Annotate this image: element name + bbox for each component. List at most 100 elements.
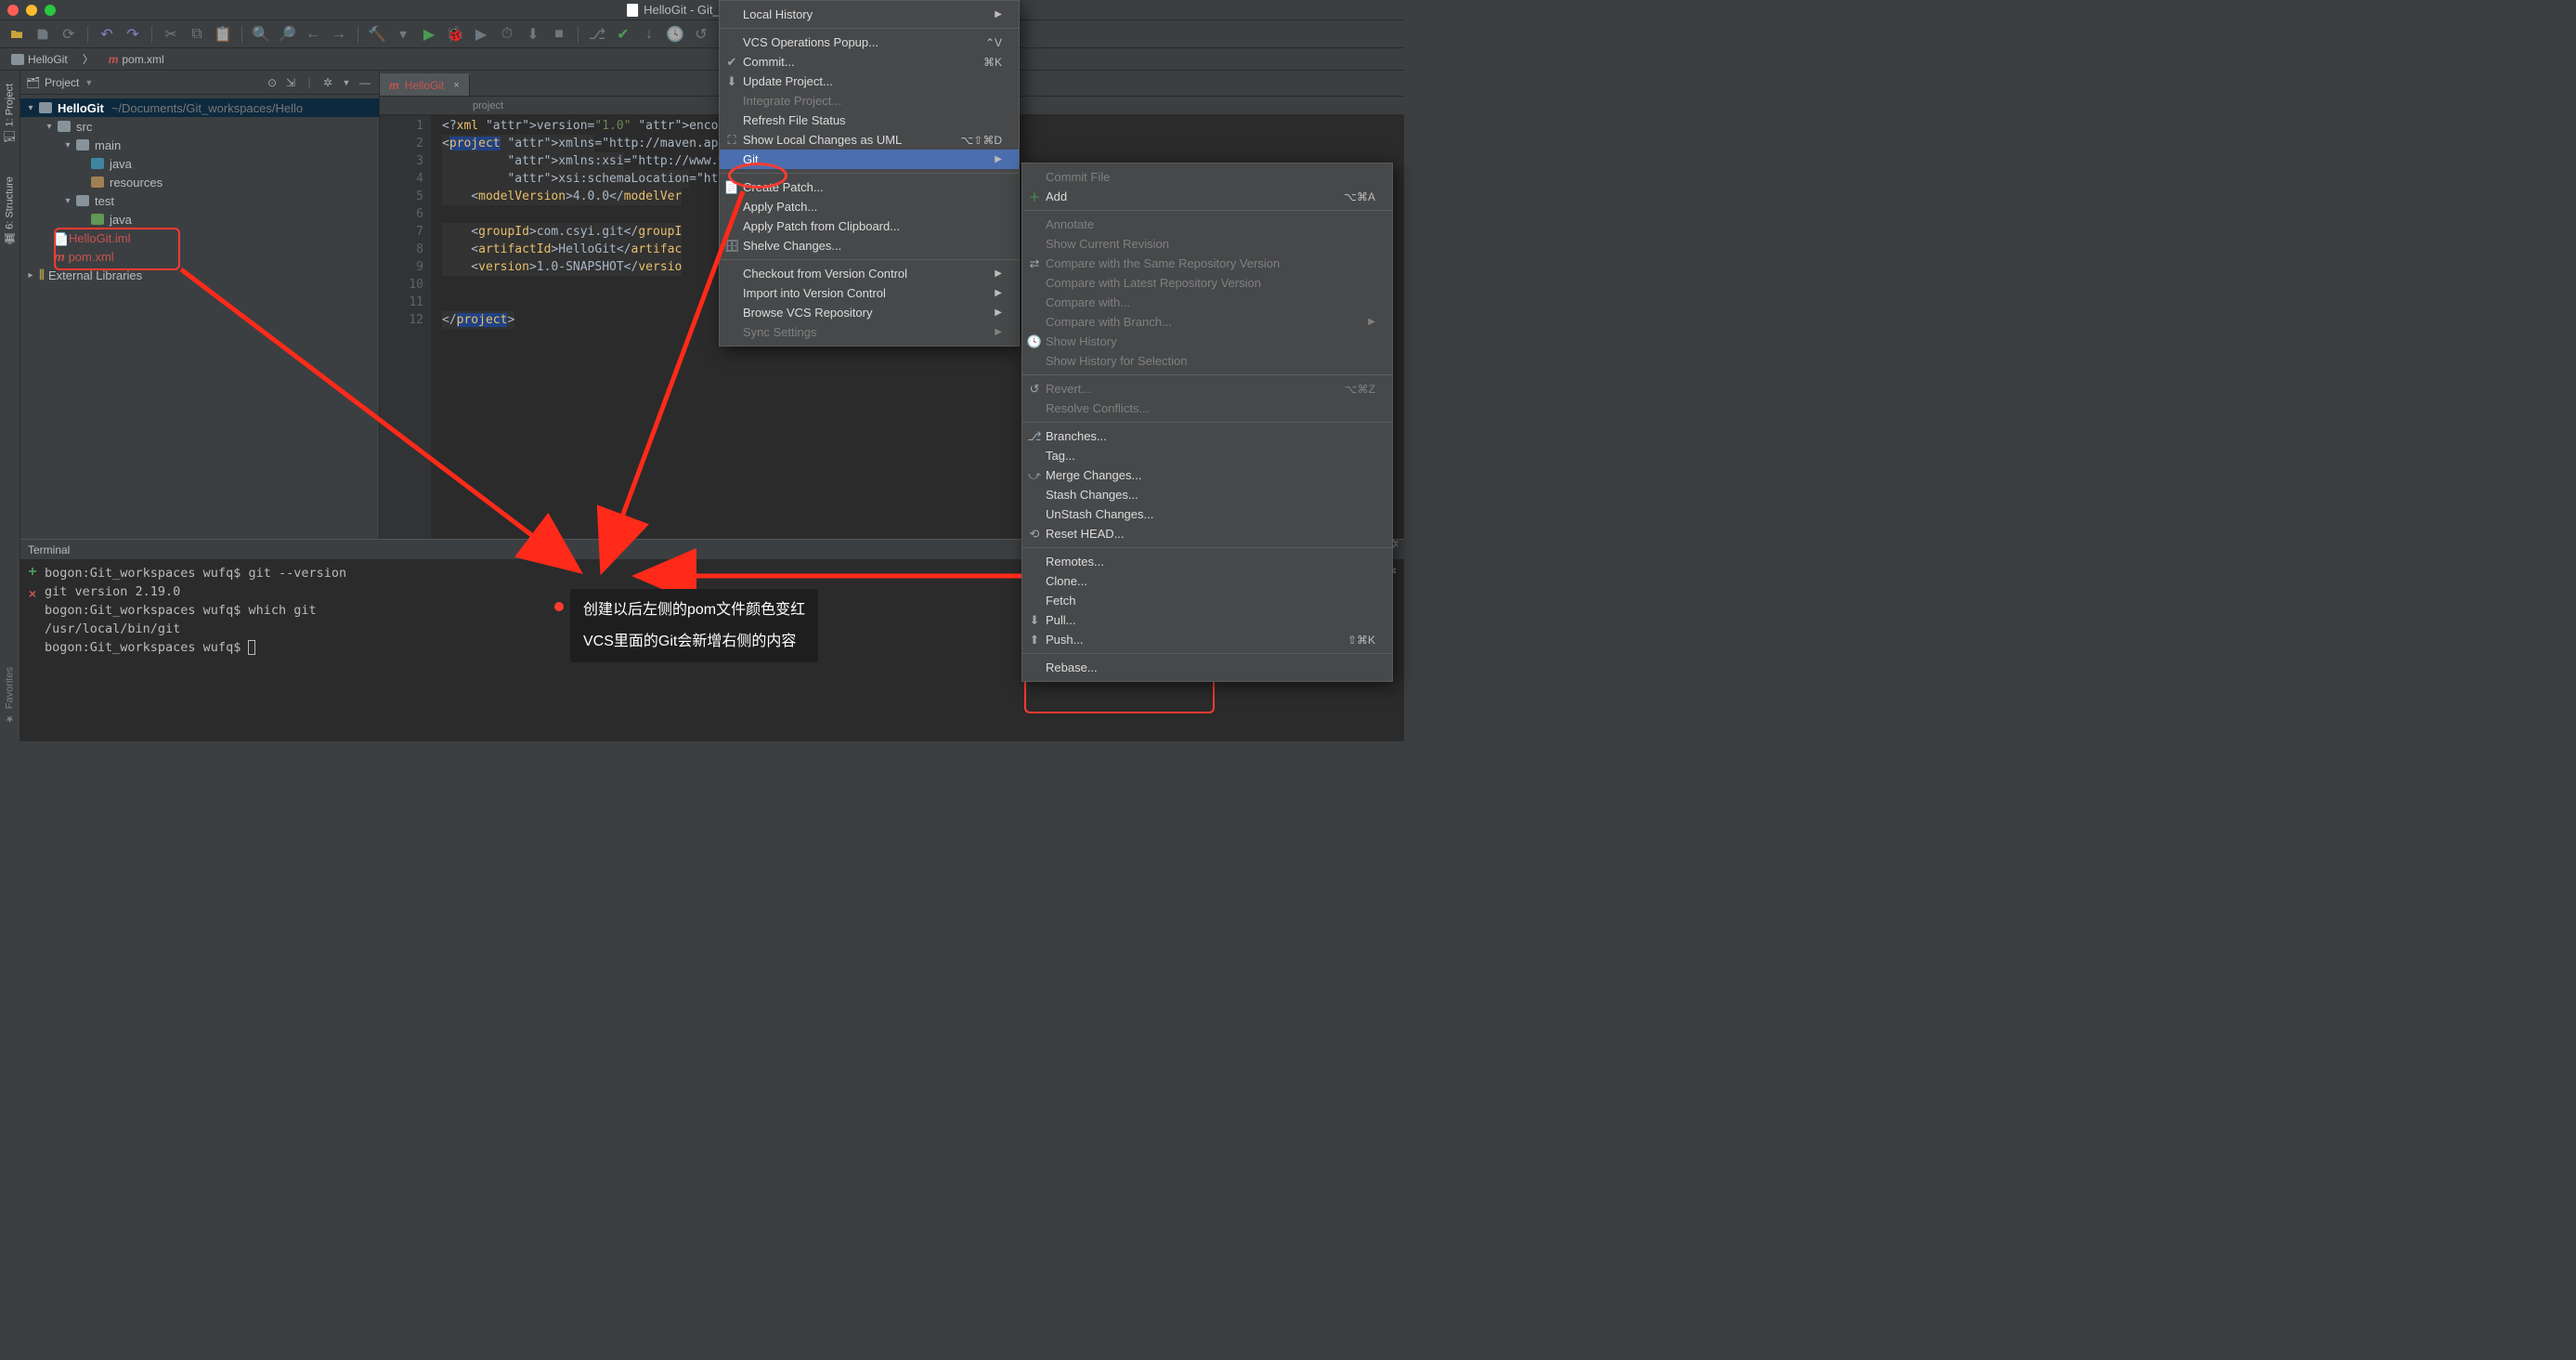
hide-panel-icon[interactable]: —: [357, 74, 373, 91]
git-submenu-item-show-history: 🕓Show History: [1022, 332, 1392, 351]
open-icon[interactable]: [6, 23, 28, 46]
vcs-menu[interactable]: Local History▶ VCS Operations Popup...⌃V✔…: [719, 0, 1020, 347]
vcs-menu-item-update-project[interactable]: ⬇Update Project...: [720, 72, 1019, 91]
tree-resources[interactable]: resources: [20, 173, 379, 191]
replace-icon[interactable]: 🔎: [276, 23, 298, 46]
vcs-commit-icon[interactable]: ✔: [612, 23, 634, 46]
git-submenu-item-unstash-changes[interactable]: UnStash Changes...: [1022, 504, 1392, 524]
menu-item-label: Git: [743, 152, 759, 166]
vcs-menu-item-git[interactable]: Git▶: [720, 150, 1019, 169]
vcs-history-icon[interactable]: 🕓: [664, 23, 686, 46]
git-submenu-item-remotes[interactable]: Remotes...: [1022, 552, 1392, 571]
coverage-icon[interactable]: ▶: [470, 23, 492, 46]
tab-project[interactable]: 🗂 1: Project: [4, 76, 16, 150]
attach-icon[interactable]: ⬇: [522, 23, 544, 46]
main-toolbar: ⟳ ↶ ↷ ✂ ⧉ 📋 🔍 🔎 ← → 🔨 ▾ ▶ 🐞 ▶ ⏱ ⬇ ■ ⎇ ✔ …: [0, 20, 1404, 48]
git-submenu-item-reset-head[interactable]: ⟲Reset HEAD...: [1022, 524, 1392, 543]
locate-icon[interactable]: ⊙: [264, 74, 280, 91]
tree-main[interactable]: main: [20, 136, 379, 154]
panel-dropdown-icon[interactable]: ▼: [338, 74, 355, 91]
git-submenu-item-tag[interactable]: Tag...: [1022, 446, 1392, 465]
vcs-menu-item-import-into-version-control[interactable]: Import into Version Control▶: [720, 283, 1019, 303]
close-tab-icon[interactable]: ×: [453, 80, 459, 91]
vcs-update-icon[interactable]: ↓: [638, 23, 660, 46]
revert-icon: ↺: [1027, 382, 1042, 397]
forward-icon[interactable]: →: [328, 23, 350, 46]
vcs-menu-item-create-patch[interactable]: 📄Create Patch...: [720, 177, 1019, 197]
stop-icon[interactable]: ■: [548, 23, 570, 46]
tree-java-test[interactable]: java: [20, 210, 379, 229]
cut-icon[interactable]: ✂: [160, 23, 182, 46]
back-icon[interactable]: ←: [302, 23, 324, 46]
vcs-menu-item-commit[interactable]: ✔Commit...⌘K: [720, 52, 1019, 72]
git-submenu[interactable]: Commit File＋Add⌥⌘AAnnotateShow Current R…: [1021, 163, 1393, 682]
blank-icon: [724, 306, 739, 320]
editor-tab-pom[interactable]: m HelloGit ×: [380, 73, 470, 96]
window-minimize-button[interactable]: [26, 5, 37, 16]
vcs-menu-item-show-local-changes-as-uml[interactable]: ⛶Show Local Changes as UML⌥⇧⌘D: [720, 130, 1019, 150]
window-close-button[interactable]: [7, 5, 19, 16]
git-submenu-item-merge-changes[interactable]: ⤻Merge Changes...: [1022, 465, 1392, 485]
tree-ext-libraries[interactable]: ⫼ External Libraries: [20, 266, 379, 284]
folder-icon: [76, 195, 89, 206]
vcs-branch-icon[interactable]: ⎇: [586, 23, 608, 46]
run-icon[interactable]: ▶: [418, 23, 440, 46]
breadcrumb-project[interactable]: HelloGit: [6, 48, 73, 70]
vcs-menu-item-apply-patch-from-clipboard[interactable]: Apply Patch from Clipboard...: [720, 216, 1019, 236]
terminal-new-tab-icon[interactable]: +: [28, 564, 36, 581]
vcs-menu-item-checkout-from-version-control[interactable]: Checkout from Version Control▶: [720, 264, 1019, 283]
save-all-icon[interactable]: [32, 23, 54, 46]
terminal-close-tab-icon[interactable]: ×: [29, 586, 36, 601]
blank-icon: [1027, 555, 1042, 569]
git-submenu-item-fetch[interactable]: Fetch: [1022, 591, 1392, 610]
paste-icon[interactable]: 📋: [212, 23, 234, 46]
collapse-icon[interactable]: ⇲: [282, 74, 299, 91]
git-submenu-item-clone[interactable]: Clone...: [1022, 571, 1392, 591]
tree-root[interactable]: HelloGit ~/Documents/Git_workspaces/Hell…: [20, 98, 379, 117]
folder-icon: [76, 139, 89, 150]
redo-icon[interactable]: ↷: [122, 23, 144, 46]
menu-item-label: Push...: [1046, 633, 1083, 647]
blank-icon: [724, 113, 739, 128]
vcs-menu-item-refresh-file-status[interactable]: Refresh File Status: [720, 111, 1019, 130]
vcs-menu-item-apply-patch[interactable]: Apply Patch...: [720, 197, 1019, 216]
breadcrumb-file[interactable]: m pom.xml: [103, 48, 170, 70]
submenu-arrow-icon: ▶: [995, 268, 1002, 279]
git-submenu-item-branches[interactable]: ⎇Branches...: [1022, 426, 1392, 446]
push-icon: ⬆: [1027, 633, 1042, 647]
find-icon[interactable]: 🔍: [250, 23, 272, 46]
menu-item-label: Show History: [1046, 334, 1117, 348]
pull-icon: ⬇: [1027, 613, 1042, 628]
git-submenu-item-stash-changes[interactable]: Stash Changes...: [1022, 485, 1392, 504]
blank-icon: [1027, 295, 1042, 310]
copy-icon[interactable]: ⧉: [186, 23, 208, 46]
profile-icon[interactable]: ⏱: [496, 23, 518, 46]
git-submenu-item-push[interactable]: ⬆Push...⇧⌘K: [1022, 630, 1392, 649]
blank-icon: [724, 35, 739, 50]
run-config-dropdown[interactable]: ▾: [392, 23, 414, 46]
tree-java-main[interactable]: java: [20, 154, 379, 173]
menu-item-label: Reset HEAD...: [1046, 527, 1125, 541]
tree-iml-file[interactable]: 📄 HelloGit.iml: [20, 229, 379, 247]
build-icon[interactable]: 🔨: [366, 23, 388, 46]
project-panel-title[interactable]: 🗂 Project ▼: [26, 76, 93, 89]
project-tree[interactable]: HelloGit ~/Documents/Git_workspaces/Hell…: [20, 95, 379, 288]
tree-test[interactable]: test: [20, 191, 379, 210]
vcs-menu-item-vcs-operations-popup[interactable]: VCS Operations Popup...⌃V: [720, 33, 1019, 52]
vcs-menu-item-local-history[interactable]: Local History▶: [720, 5, 1019, 24]
sync-icon[interactable]: ⟳: [58, 23, 80, 46]
vcs-revert-icon[interactable]: ↺: [690, 23, 712, 46]
tab-favorites[interactable]: ★ Favorites: [4, 660, 16, 732]
tree-src[interactable]: src: [20, 117, 379, 136]
vcs-menu-item-shelve-changes[interactable]: 🗄Shelve Changes...: [720, 236, 1019, 255]
tab-structure[interactable]: 🏛 6: Structure: [4, 169, 16, 254]
panel-settings-icon[interactable]: ✲: [319, 74, 336, 91]
vcs-menu-item-browse-vcs-repository[interactable]: Browse VCS Repository▶: [720, 303, 1019, 322]
undo-icon[interactable]: ↶: [96, 23, 118, 46]
git-submenu-item-add[interactable]: ＋Add⌥⌘A: [1022, 187, 1392, 206]
tree-pom-file[interactable]: m pom.xml: [20, 247, 379, 266]
debug-icon[interactable]: 🐞: [444, 23, 466, 46]
window-maximize-button[interactable]: [45, 5, 56, 16]
git-submenu-item-rebase[interactable]: Rebase...: [1022, 658, 1392, 677]
git-submenu-item-pull[interactable]: ⬇Pull...: [1022, 610, 1392, 630]
